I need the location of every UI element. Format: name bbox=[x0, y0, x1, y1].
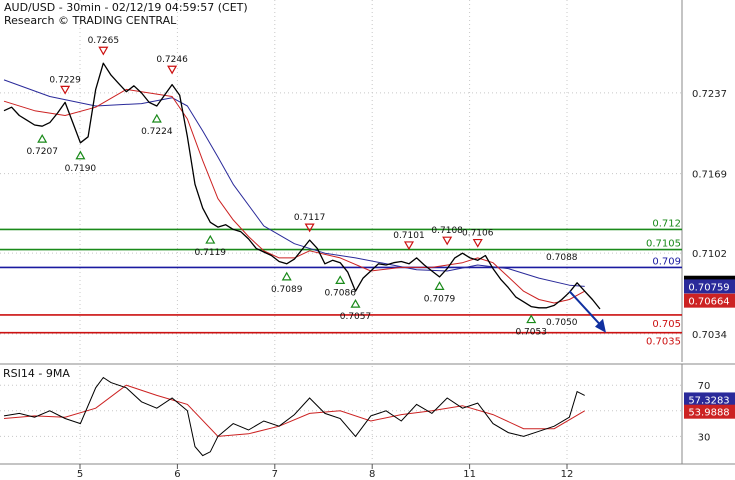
price-tick-label: 0.7169 bbox=[692, 170, 727, 181]
level-label: 0.705 bbox=[652, 319, 681, 330]
time-tick-label: 6 bbox=[174, 469, 180, 480]
level-label: 0.709 bbox=[652, 256, 681, 267]
pivot-label: 0.7119 bbox=[195, 248, 227, 258]
chart-canvas: 0.712 0.7105 0.709 0.705 0.7035 0.7265 0.7246… bbox=[0, 0, 735, 480]
price-tag-label: 0.70759 bbox=[688, 282, 729, 293]
price-tick-label: 0.7034 bbox=[692, 330, 727, 341]
pivot-label: 0.7101 bbox=[393, 231, 425, 241]
price-tick-label: 0.7237 bbox=[692, 89, 727, 100]
price-tick-label: 0.7102 bbox=[692, 249, 727, 260]
price-tags: 0.707710.707590.70664 bbox=[684, 275, 735, 308]
rsi-tag-label: 53.9888 bbox=[688, 408, 729, 419]
pivot-label: 0.7117 bbox=[294, 213, 326, 223]
pivot-label: 0.7229 bbox=[49, 75, 81, 85]
chart-title: AUD/USD - 30min - 02/12/19 04:59:57 (CET… bbox=[4, 1, 248, 14]
time-tick-label: 11 bbox=[463, 469, 476, 480]
rsi-title: RSI14 - 9MA bbox=[3, 367, 70, 380]
chart-source: Research © TRADING CENTRAL bbox=[4, 14, 177, 27]
pivot-label: 0.7106 bbox=[462, 229, 494, 239]
price-tag-label: 0.70664 bbox=[688, 297, 729, 308]
pivot-label: 0.7057 bbox=[340, 312, 372, 322]
pivot-label: 0.7246 bbox=[156, 55, 188, 65]
level-label: 0.712 bbox=[652, 218, 681, 229]
pivot-label: 0.7108 bbox=[431, 226, 463, 236]
time-tick-label: 12 bbox=[561, 469, 574, 480]
pivot-label: 0.7050 bbox=[546, 318, 578, 328]
pivot-label: 0.7089 bbox=[271, 285, 303, 295]
pivot-label: 0.7079 bbox=[424, 294, 456, 304]
rsi-tick-label: 30 bbox=[698, 432, 711, 443]
time-tick-label: 8 bbox=[369, 469, 375, 480]
time-tick-label: 5 bbox=[77, 469, 83, 480]
pivot-label: 0.7224 bbox=[141, 127, 173, 137]
level-label: 0.7035 bbox=[646, 337, 681, 348]
time-tick-label: 7 bbox=[272, 469, 278, 480]
pivot-label: 0.7207 bbox=[26, 147, 58, 157]
rsi-tags: 57.328353.9888 bbox=[684, 392, 735, 419]
pivot-label: 0.7086 bbox=[324, 288, 356, 298]
pivot-label: 0.7053 bbox=[515, 328, 547, 338]
level-label: 0.7105 bbox=[646, 239, 681, 250]
pivot-label: 0.7265 bbox=[88, 36, 120, 46]
pivot-label: 0.7088 bbox=[546, 253, 578, 263]
pivot-label: 0.7190 bbox=[65, 164, 97, 174]
rsi-tick-label: 70 bbox=[698, 381, 711, 392]
